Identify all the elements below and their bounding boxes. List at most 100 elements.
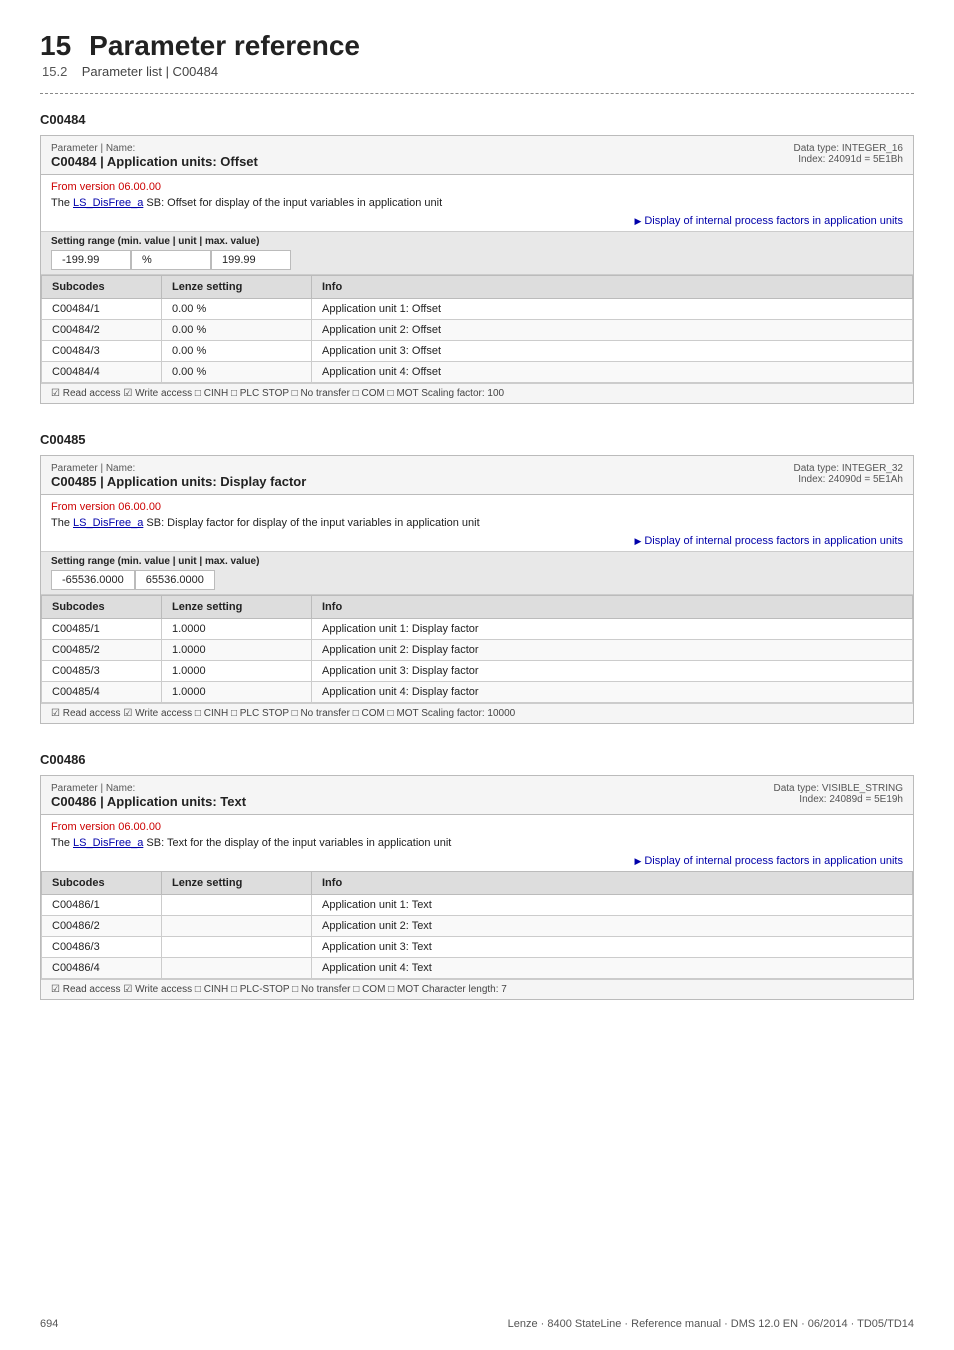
lenze-C00486-1 — [162, 916, 312, 937]
range-min-C00485: -65536.0000 — [51, 570, 135, 590]
info-C00486-1: Application unit 2: Text — [312, 916, 913, 937]
param-version-C00484: From version 06.00.00 — [41, 175, 913, 195]
param-block-C00486: Parameter | Name: C00486 | Application u… — [40, 775, 914, 1000]
param-desc-text-C00486: The LS_DisFree_a SB: Text for the displa… — [51, 837, 903, 849]
lenze-C00485-2: 1.0000 — [162, 661, 312, 682]
subcode-C00486-3: C00486/4 — [42, 958, 162, 979]
page-footer: 694 Lenze · 8400 StateLine · Reference m… — [0, 1318, 954, 1330]
param-label-C00486: Parameter | Name: — [51, 783, 246, 794]
table-col-C00484-1: Lenze setting — [162, 276, 312, 299]
info-C00484-1: Application unit 2: Offset — [312, 320, 913, 341]
info-C00484-0: Application unit 1: Offset — [312, 299, 913, 320]
triangle-icon-C00485: ▶ — [634, 536, 641, 547]
table-row: C00485/41.0000Application unit 4: Displa… — [42, 682, 913, 703]
info-C00485-1: Application unit 2: Display factor — [312, 640, 913, 661]
page-number: 694 — [40, 1318, 58, 1330]
see-link-C00485[interactable]: ▶ Display of internal process factors in… — [634, 535, 903, 547]
table-col-C00486-1: Lenze setting — [162, 872, 312, 895]
param-header-C00486: Parameter | Name: C00486 | Application u… — [41, 776, 913, 815]
chapter-title-text: Parameter reference — [89, 30, 360, 62]
setting-range-label-C00485: Setting range (min. value | unit | max. … — [51, 556, 903, 567]
table-row: C00485/11.0000Application unit 1: Displa… — [42, 619, 913, 640]
table-row: C00485/31.0000Application unit 3: Displa… — [42, 661, 913, 682]
subcode-C00485-1: C00485/2 — [42, 640, 162, 661]
table-col-C00484-2: Info — [312, 276, 913, 299]
lenze-C00484-0: 0.00 % — [162, 299, 312, 320]
table-row: C00484/30.00 %Application unit 3: Offset — [42, 341, 913, 362]
subcode-C00484-2: C00484/3 — [42, 341, 162, 362]
param-header-C00485: Parameter | Name: C00485 | Application u… — [41, 456, 913, 495]
ls-link-C00485[interactable]: LS_DisFree_a — [73, 517, 143, 529]
info-C00485-0: Application unit 1: Display factor — [312, 619, 913, 640]
setting-range-C00484: Setting range (min. value | unit | max. … — [41, 231, 913, 275]
param-header-left-C00484: Parameter | Name: C00484 | Application u… — [51, 143, 258, 169]
setting-range-values-C00485: -65536.0000 65536.0000 — [51, 570, 903, 590]
subcode-C00486-2: C00486/3 — [42, 937, 162, 958]
see-link-C00484[interactable]: ▶ Display of internal process factors in… — [634, 215, 903, 227]
param-desc-C00486: The LS_DisFree_a SB: Text for the displa… — [41, 835, 913, 855]
see-link-row-C00485: ▶ Display of internal process factors in… — [41, 535, 913, 551]
subcode-C00485-0: C00485/1 — [42, 619, 162, 640]
see-link-row-C00486: ▶ Display of internal process factors in… — [41, 855, 913, 871]
info-C00484-3: Application unit 4: Offset — [312, 362, 913, 383]
param-datatype-C00486: Data type: VISIBLE_STRING Index: 24089d … — [774, 783, 904, 805]
table-col-C00485-0: Subcodes — [42, 596, 162, 619]
param-label-C00484: Parameter | Name: — [51, 143, 258, 154]
table-row: C00484/20.00 %Application unit 2: Offset — [42, 320, 913, 341]
lenze-C00485-3: 1.0000 — [162, 682, 312, 703]
param-footer-C00485: ☑ Read access ☑ Write access □ CINH □ PL… — [41, 703, 913, 723]
setting-range-label-C00484: Setting range (min. value | unit | max. … — [51, 236, 903, 247]
lenze-C00486-3 — [162, 958, 312, 979]
lenze-C00485-0: 1.0000 — [162, 619, 312, 640]
param-name-C00486: C00486 | Application units: Text — [51, 794, 246, 809]
table-row: C00486/1Application unit 1: Text — [42, 895, 913, 916]
section-label-C00485: C00485 — [40, 432, 914, 447]
info-C00486-2: Application unit 3: Text — [312, 937, 913, 958]
param-name-C00485: C00485 | Application units: Display fact… — [51, 474, 306, 489]
subcode-C00485-2: C00485/3 — [42, 661, 162, 682]
range-min-C00484: -199.99 — [51, 250, 131, 270]
range-max-C00484: 199.99 — [211, 250, 291, 270]
triangle-icon-C00484: ▶ — [634, 216, 641, 227]
table-col-C00485-1: Lenze setting — [162, 596, 312, 619]
param-header-left-C00485: Parameter | Name: C00485 | Application u… — [51, 463, 306, 489]
chapter-title: 15 Parameter reference — [40, 30, 914, 62]
info-C00485-3: Application unit 4: Display factor — [312, 682, 913, 703]
see-link-C00486[interactable]: ▶ Display of internal process factors in… — [634, 855, 903, 867]
param-version-C00486: From version 06.00.00 — [41, 815, 913, 835]
info-C00485-2: Application unit 3: Display factor — [312, 661, 913, 682]
subcode-C00485-3: C00485/4 — [42, 682, 162, 703]
table-col-C00486-2: Info — [312, 872, 913, 895]
setting-range-values-C00484: -199.99 % 199.99 — [51, 250, 903, 270]
table-row: C00486/3 Application unit 3: Text — [42, 937, 913, 958]
section-title: 15.2 Parameter list | C00484 — [40, 64, 914, 79]
lenze-C00484-2: 0.00 % — [162, 341, 312, 362]
ls-link-C00486[interactable]: LS_DisFree_a — [73, 837, 143, 849]
param-version-C00485: From version 06.00.00 — [41, 495, 913, 515]
copyright: Lenze · 8400 StateLine · Reference manua… — [508, 1318, 914, 1330]
lenze-C00484-3: 0.00 % — [162, 362, 312, 383]
table-row: C00484/10.00 %Application unit 1: Offset — [42, 299, 913, 320]
table-col-C00485-2: Info — [312, 596, 913, 619]
subcode-C00486-1: C00486/2 — [42, 916, 162, 937]
table-col-C00486-0: Subcodes — [42, 872, 162, 895]
param-desc-C00485: The LS_DisFree_a SB: Display factor for … — [41, 515, 913, 535]
param-datatype-C00485: Data type: INTEGER_32 Index: 24090d = 5E… — [794, 463, 904, 485]
ls-link-C00484[interactable]: LS_DisFree_a — [73, 197, 143, 209]
info-C00486-0: Application unit 1: Text — [312, 895, 913, 916]
param-datatype-C00484: Data type: INTEGER_16 Index: 24091d = 5E… — [794, 143, 904, 165]
table-row: C00486/4Application unit 4: Text — [42, 958, 913, 979]
range-unit-C00484: % — [131, 250, 211, 270]
table-col-C00484-0: Subcodes — [42, 276, 162, 299]
param-table-C00485: SubcodesLenze settingInfoC00485/11.0000A… — [41, 595, 913, 703]
page-header: 15 Parameter reference 15.2 Parameter li… — [40, 30, 914, 79]
table-row: C00484/40.00 %Application unit 4: Offset — [42, 362, 913, 383]
section-label-C00486: C00486 — [40, 752, 914, 767]
param-name-C00484: C00484 | Application units: Offset — [51, 154, 258, 169]
param-block-C00485: Parameter | Name: C00485 | Application u… — [40, 455, 914, 724]
info-C00484-2: Application unit 3: Offset — [312, 341, 913, 362]
param-header-left-C00486: Parameter | Name: C00486 | Application u… — [51, 783, 246, 809]
lenze-C00486-2 — [162, 937, 312, 958]
section-label-C00484: C00484 — [40, 112, 914, 127]
param-desc-text-C00484: The LS_DisFree_a SB: Offset for display … — [51, 197, 903, 209]
